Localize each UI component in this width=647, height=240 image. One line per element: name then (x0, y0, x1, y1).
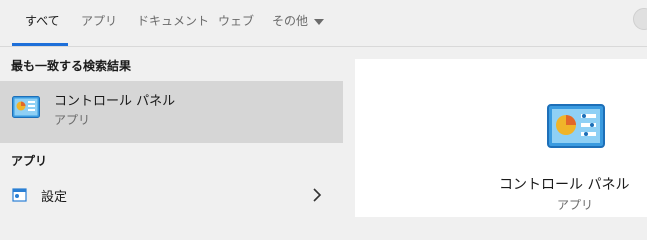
apps-heading: アプリ (11, 154, 48, 168)
search-tab-bar: すべて アプリ ドキュメント ウェブ その他 (0, 0, 647, 47)
preview-type: アプリ (557, 198, 594, 212)
best-match-heading: 最も一致する検索結果 (11, 59, 132, 73)
tab-more-label: その他 (272, 14, 309, 28)
active-tab-indicator (12, 43, 68, 46)
results-list: 最も一致する検索結果 コントロール パネル アプリ アプリ 設定 (0, 47, 343, 217)
preview-title: コントロール パネル (499, 177, 630, 193)
best-match-item[interactable]: コントロール パネル アプリ (0, 81, 343, 143)
settings-icon (12, 188, 27, 202)
tab-web[interactable]: ウェブ (218, 0, 254, 46)
preview-card: コントロール パネル アプリ (355, 59, 647, 217)
chevron-right-icon[interactable] (312, 188, 322, 202)
preview-panel: コントロール パネル アプリ (343, 47, 647, 217)
tab-documents[interactable]: ドキュメント (137, 0, 209, 46)
control-panel-icon (12, 96, 40, 118)
app-name: 設定 (41, 190, 68, 205)
list-item-settings[interactable]: 設定 (0, 180, 343, 210)
tab-more[interactable]: その他 (272, 0, 325, 46)
tab-all[interactable]: すべて (25, 0, 60, 46)
chevron-down-icon (314, 18, 325, 25)
control-panel-icon (547, 104, 605, 148)
tab-apps[interactable]: アプリ (81, 0, 117, 46)
avatar[interactable] (633, 8, 647, 30)
best-match-name: コントロール パネル (54, 94, 176, 109)
best-match-type: アプリ (54, 113, 91, 127)
